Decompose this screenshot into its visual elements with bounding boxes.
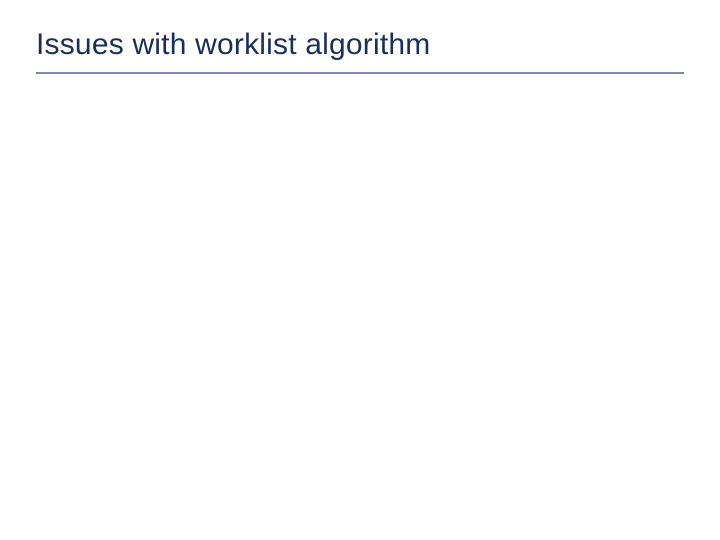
title-underline xyxy=(36,72,684,74)
slide-container: Issues with worklist algorithm xyxy=(0,0,720,540)
slide-title: Issues with worklist algorithm xyxy=(36,28,684,62)
